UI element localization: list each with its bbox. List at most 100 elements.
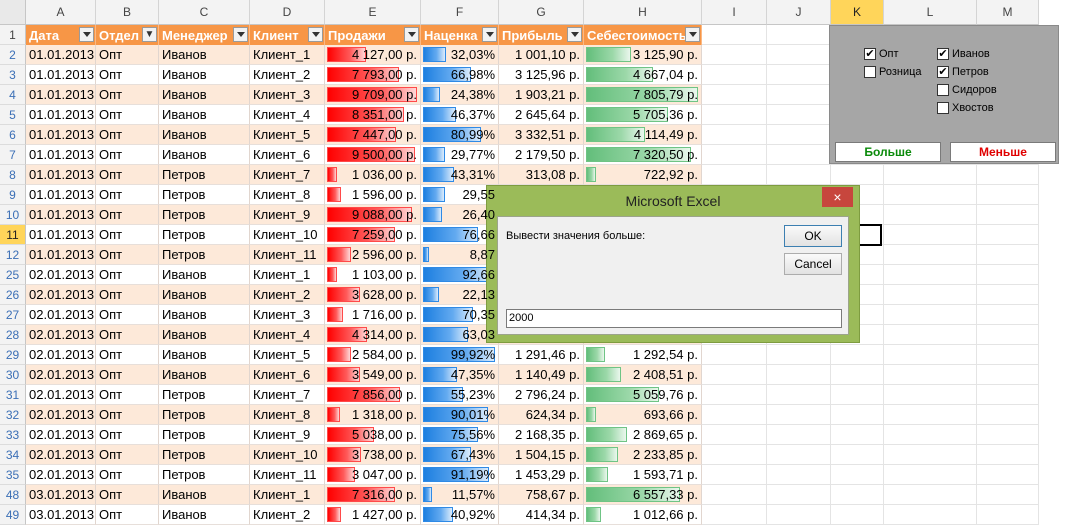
cell-dept[interactable]: Опт [96,145,159,165]
cell-client[interactable]: Клиент_4 [250,105,325,125]
empty-cell[interactable] [884,405,977,425]
empty-cell[interactable] [702,445,767,465]
cell-cost[interactable]: 1 593,71 р. [584,465,702,485]
cell-date[interactable]: 02.01.2013 [26,385,96,405]
checkbox-opt[interactable]: ✔ Опт [864,48,899,60]
cell-mgr[interactable]: Иванов [159,285,250,305]
cell-client[interactable]: Клиент_7 [250,385,325,405]
cell-client[interactable]: Клиент_10 [250,225,325,245]
empty-cell[interactable] [977,165,1039,185]
cell-sales[interactable]: 4 127,00 р. [325,45,421,65]
cell-date[interactable]: 02.01.2013 [26,405,96,425]
cell-sales[interactable]: 7 793,00 р. [325,65,421,85]
empty-cell[interactable] [702,425,767,445]
header-cell[interactable]: Менеджер [159,25,250,45]
cell-client[interactable]: Клиент_5 [250,345,325,365]
cell-dept[interactable]: Опт [96,385,159,405]
cell-profit[interactable]: 2 645,64 р. [499,105,584,125]
column-header-c[interactable]: C [159,0,250,25]
row-number[interactable]: 27 [0,305,26,325]
empty-cell[interactable] [831,425,884,445]
row-number[interactable]: 7 [0,145,26,165]
cell-client[interactable]: Клиент_1 [250,265,325,285]
empty-cell[interactable] [831,405,884,425]
empty-cell[interactable] [831,485,884,505]
column-header-i[interactable]: I [702,0,767,25]
empty-cell[interactable] [702,45,767,65]
checkbox-box[interactable] [864,66,876,78]
empty-cell[interactable] [767,145,831,165]
cell-date[interactable]: 01.01.2013 [26,85,96,105]
cell-margin[interactable]: 90,01% [421,405,499,425]
cell-profit[interactable]: 1 504,15 р. [499,445,584,465]
column-header-k[interactable]: K [831,0,884,25]
filter-dropdown-icon[interactable] [685,27,700,42]
cell-client[interactable]: Клиент_9 [250,205,325,225]
checkbox-box[interactable]: ✔ [937,66,949,78]
empty-cell[interactable] [884,505,977,525]
cell-margin[interactable]: 75,56% [421,425,499,445]
cell-margin[interactable]: 67,43% [421,445,499,465]
column-header-b[interactable]: B [96,0,159,25]
cell-mgr[interactable]: Петров [159,405,250,425]
header-cell[interactable]: Наценка [421,25,499,45]
empty-cell[interactable] [831,365,884,385]
header-cell[interactable]: Продажи [325,25,421,45]
cell-dept[interactable]: Опт [96,165,159,185]
cell-client[interactable]: Клиент_8 [250,405,325,425]
cell-mgr[interactable]: Петров [159,225,250,245]
checkbox-retail[interactable]: Розница [864,66,922,78]
empty-cell[interactable] [767,405,831,425]
empty-cell[interactable] [884,365,977,385]
cell-profit[interactable]: 1 001,10 р. [499,45,584,65]
cell-profit[interactable]: 758,67 р. [499,485,584,505]
cell-mgr[interactable]: Иванов [159,265,250,285]
cell-client[interactable]: Клиент_6 [250,365,325,385]
empty-cell[interactable] [702,405,767,425]
empty-cell[interactable] [702,385,767,405]
cell-margin[interactable]: 47,35% [421,365,499,385]
filter-dropdown-icon[interactable] [233,27,248,42]
cell-mgr[interactable]: Петров [159,205,250,225]
empty-cell[interactable] [767,45,831,65]
empty-cell[interactable] [977,325,1039,345]
checkbox-ivanov[interactable]: ✔ Иванов [937,48,990,60]
cell-margin[interactable]: 91,19% [421,465,499,485]
cell-date[interactable]: 01.01.2013 [26,165,96,185]
cell-date[interactable]: 01.01.2013 [26,125,96,145]
row-number[interactable]: 33 [0,425,26,445]
empty-cell[interactable] [702,145,767,165]
cell-dept[interactable]: Опт [96,365,159,385]
empty-cell[interactable] [884,265,977,285]
cell-sales[interactable]: 4 314,00 р. [325,325,421,345]
cell-mgr[interactable]: Иванов [159,85,250,105]
empty-cell[interactable] [767,65,831,85]
cell-dept[interactable]: Опт [96,445,159,465]
row-number[interactable]: 30 [0,365,26,385]
checkbox-petrov[interactable]: ✔ Петров [937,66,989,78]
empty-cell[interactable] [831,165,884,185]
cell-mgr[interactable]: Иванов [159,485,250,505]
cell-client[interactable]: Клиент_2 [250,505,325,525]
cell-dept[interactable]: Опт [96,505,159,525]
cell-profit[interactable]: 1 903,21 р. [499,85,584,105]
row-number[interactable]: 11 [0,225,26,245]
cell-profit[interactable]: 1 291,46 р. [499,345,584,365]
cell-sales[interactable]: 2 596,00 р. [325,245,421,265]
empty-cell[interactable] [977,385,1039,405]
cell-client[interactable]: Клиент_2 [250,285,325,305]
cell-cost[interactable]: 1 012,66 р. [584,505,702,525]
cell-client[interactable]: Клиент_8 [250,185,325,205]
cell-mgr[interactable]: Петров [159,445,250,465]
empty-cell[interactable] [977,405,1039,425]
empty-cell[interactable] [702,345,767,365]
cell-cost[interactable]: 7 805,79 р. [584,85,702,105]
cell-client[interactable]: Клиент_1 [250,45,325,65]
cell-date[interactable]: 02.01.2013 [26,285,96,305]
row-number[interactable]: 4 [0,85,26,105]
cell-cost[interactable]: 722,92 р. [584,165,702,185]
cell-client[interactable]: Клиент_3 [250,85,325,105]
cell-dept[interactable]: Опт [96,285,159,305]
cell-dept[interactable]: Опт [96,125,159,145]
cell-date[interactable]: 02.01.2013 [26,345,96,365]
